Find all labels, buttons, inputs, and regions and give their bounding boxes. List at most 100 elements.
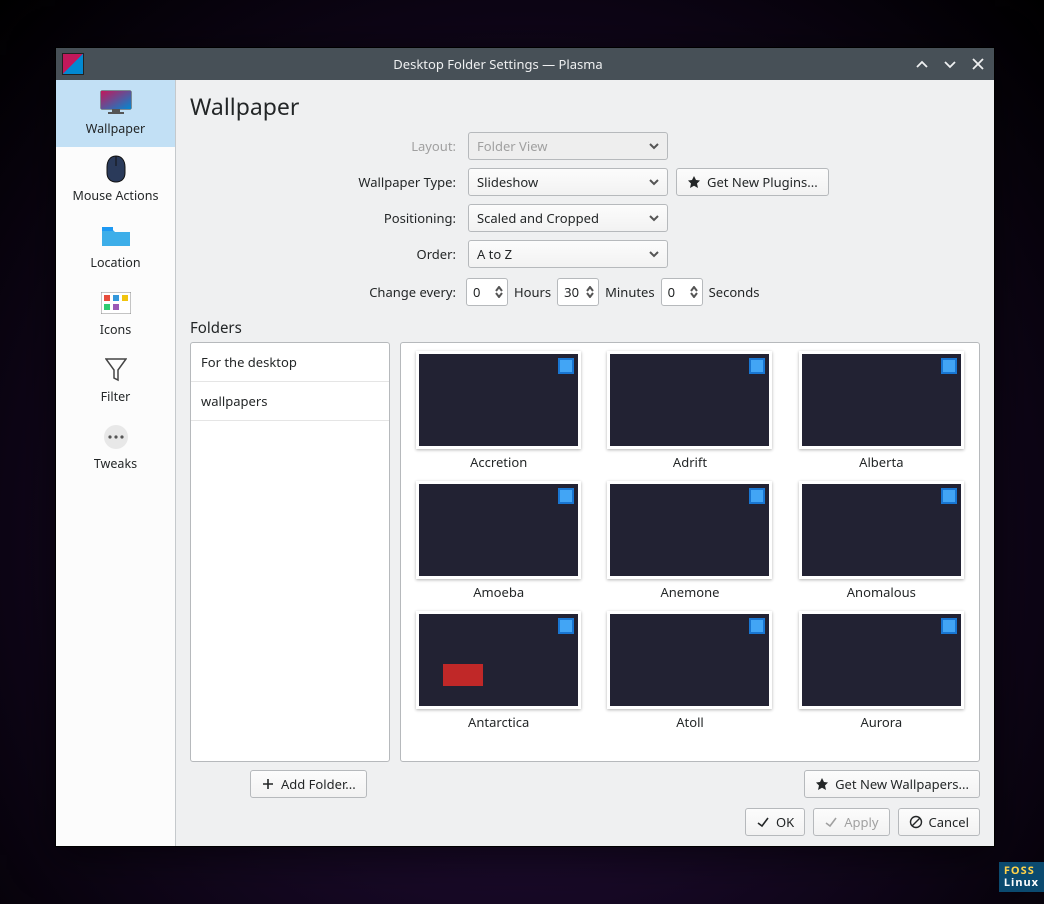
- wallpaper-thumb[interactable]: Antarctica: [409, 611, 588, 731]
- folder-item[interactable]: wallpapers: [191, 382, 389, 421]
- wallpaper-thumb[interactable]: Amoeba: [409, 481, 588, 601]
- checkbox-icon[interactable]: [941, 618, 957, 634]
- titlebar: Desktop Folder Settings — Plasma: [56, 48, 994, 80]
- checkbox-icon[interactable]: [558, 358, 574, 374]
- wallpaper-name: Atoll: [676, 713, 704, 731]
- folders-heading: Folders: [190, 318, 980, 338]
- order-combo[interactable]: A to Z: [468, 240, 668, 268]
- chevron-down-icon: [649, 177, 659, 187]
- minutes-spinbox[interactable]: 30: [557, 278, 599, 306]
- layout-value: Folder View: [477, 137, 548, 155]
- wallpaper-thumb[interactable]: Anomalous: [792, 481, 971, 601]
- icons-icon: [100, 289, 132, 317]
- wallpaper-image: [799, 481, 964, 579]
- order-label: Order:: [190, 245, 460, 263]
- checkbox-icon[interactable]: [558, 488, 574, 504]
- get-wallpapers-label: Get New Wallpapers...: [835, 775, 969, 793]
- seconds-unit: Seconds: [709, 283, 760, 301]
- wallpaper-thumb[interactable]: Aurora: [792, 611, 971, 731]
- wallpaper-thumb[interactable]: Atoll: [600, 611, 779, 731]
- hours-value: 0: [473, 283, 480, 301]
- main-panel: Wallpaper Layout: Folder View Wallpaper …: [176, 80, 994, 846]
- cancel-label: Cancel: [929, 813, 969, 831]
- more-icon: [100, 423, 132, 451]
- sidebar-item-tweaks[interactable]: Tweaks: [56, 415, 175, 482]
- sidebar-item-wallpaper[interactable]: Wallpaper: [56, 80, 175, 147]
- sidebar-item-filter[interactable]: Filter: [56, 348, 175, 415]
- checkbox-icon[interactable]: [749, 618, 765, 634]
- wallpaper-name: Accretion: [470, 453, 527, 471]
- get-wallpapers-button[interactable]: Get New Wallpapers...: [804, 770, 980, 798]
- checkbox-icon[interactable]: [941, 358, 957, 374]
- seconds-spinbox[interactable]: 0: [661, 278, 703, 306]
- minutes-unit: Minutes: [605, 283, 654, 301]
- get-plugins-button[interactable]: Get New Plugins...: [676, 168, 829, 196]
- maximize-button[interactable]: [940, 54, 960, 74]
- seconds-value: 0: [668, 283, 675, 301]
- sidebar: Wallpaper Mouse Actions Location Icons: [56, 80, 176, 846]
- wallpaper-image: [799, 351, 964, 449]
- type-label: Wallpaper Type:: [190, 173, 460, 191]
- wallpaper-name: Antarctica: [468, 713, 529, 731]
- layout-combo: Folder View: [468, 132, 668, 160]
- apply-label: Apply: [844, 813, 878, 831]
- add-folder-label: Add Folder...: [281, 775, 356, 793]
- positioning-label: Positioning:: [190, 209, 460, 227]
- checkbox-icon[interactable]: [749, 358, 765, 374]
- sidebar-item-location[interactable]: Location: [56, 214, 175, 281]
- wallpaper-thumb[interactable]: Alberta: [792, 351, 971, 471]
- positioning-combo[interactable]: Scaled and Cropped: [468, 204, 668, 232]
- checkbox-icon[interactable]: [558, 618, 574, 634]
- wallpaper-name: Aurora: [860, 713, 902, 731]
- wallpaper-thumb[interactable]: Anemone: [600, 481, 779, 601]
- sidebar-item-mouse[interactable]: Mouse Actions: [56, 147, 175, 214]
- cancel-button[interactable]: Cancel: [898, 808, 980, 836]
- chevron-down-icon: [649, 141, 659, 151]
- minimize-button[interactable]: [912, 54, 932, 74]
- hours-unit: Hours: [514, 283, 551, 301]
- get-plugins-label: Get New Plugins...: [707, 173, 818, 191]
- checkbox-icon[interactable]: [941, 488, 957, 504]
- hours-spinbox[interactable]: 0: [466, 278, 508, 306]
- wallpaper-image: [607, 351, 772, 449]
- wallpaper-thumb[interactable]: Adrift: [600, 351, 779, 471]
- watermark: FOSS Linux: [999, 862, 1044, 892]
- folder-list: For the desktop wallpapers: [190, 342, 390, 762]
- chevron-down-icon: [649, 249, 659, 259]
- layout-label: Layout:: [190, 137, 460, 155]
- add-folder-button[interactable]: Add Folder...: [250, 770, 367, 798]
- wallpaper-image: [607, 611, 772, 709]
- wallpaper-name: Amoeba: [473, 583, 524, 601]
- checkbox-icon[interactable]: [749, 488, 765, 504]
- folder-icon: [100, 222, 132, 250]
- funnel-icon: [100, 356, 132, 384]
- mouse-icon: [100, 155, 132, 183]
- chevron-down-icon: [649, 213, 659, 223]
- type-value: Slideshow: [477, 173, 538, 191]
- sidebar-item-label: Tweaks: [94, 455, 137, 472]
- star-icon: [687, 175, 701, 189]
- order-value: A to Z: [477, 245, 512, 263]
- close-button[interactable]: [968, 54, 988, 74]
- sidebar-item-label: Filter: [101, 388, 131, 405]
- wallpaper-grid[interactable]: Accretion Adrift Alberta Amoeba AnemoneAnoma…: [400, 342, 980, 762]
- ok-button[interactable]: OK: [745, 808, 805, 836]
- wallpaper-image: [799, 611, 964, 709]
- ok-label: OK: [776, 813, 794, 831]
- cancel-icon: [909, 815, 923, 829]
- wallpaper-thumb[interactable]: Accretion: [409, 351, 588, 471]
- sidebar-item-label: Wallpaper: [86, 120, 145, 137]
- apply-button: Apply: [813, 808, 889, 836]
- app-icon: [62, 53, 84, 75]
- sidebar-item-icons[interactable]: Icons: [56, 281, 175, 348]
- check-icon: [824, 815, 838, 829]
- wallpaper-image: [416, 481, 581, 579]
- star-icon: [815, 777, 829, 791]
- monitor-icon: [100, 88, 132, 116]
- positioning-value: Scaled and Cropped: [477, 209, 599, 227]
- folder-item[interactable]: For the desktop: [191, 343, 389, 382]
- type-combo[interactable]: Slideshow: [468, 168, 668, 196]
- wallpaper-name: Alberta: [859, 453, 903, 471]
- wallpaper-image: [416, 611, 581, 709]
- wallpaper-image: [607, 481, 772, 579]
